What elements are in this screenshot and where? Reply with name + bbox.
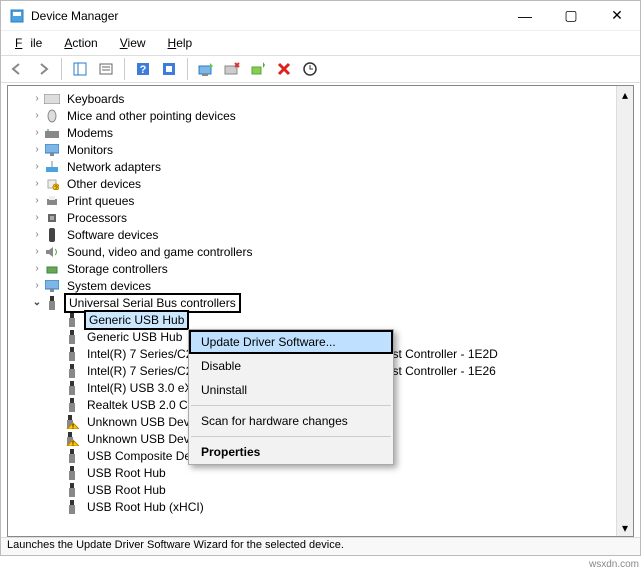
usb-device-icon — [64, 397, 80, 413]
category-other[interactable]: ?Other devices — [10, 175, 631, 192]
device-manager-window: Device Manager — ▢ ✕ File Action View He… — [0, 0, 641, 556]
category-processors[interactable]: Processors — [10, 209, 631, 226]
category-keyboards[interactable]: Keyboards — [10, 90, 631, 107]
ctx-properties[interactable]: Properties — [189, 440, 393, 464]
device-generic-usb-hub-1[interactable]: Generic USB Hub — [10, 311, 631, 328]
device-usb-root-hub-1[interactable]: USB Root Hub — [10, 464, 631, 481]
device-tree-pane: ▴ ▾ Keyboards Mice and other pointing de… — [7, 85, 634, 537]
usb-device-icon — [64, 499, 80, 515]
update-driver-button[interactable] — [194, 58, 218, 80]
usb-device-icon — [64, 380, 80, 396]
usb-device-icon — [64, 465, 80, 481]
printer-icon — [44, 193, 60, 209]
mouse-icon — [44, 108, 60, 124]
ctx-separator — [191, 436, 391, 437]
svg-text:?: ? — [140, 64, 147, 76]
usb-device-icon — [64, 363, 80, 379]
usb-icon — [44, 295, 60, 311]
usb-warning-icon: ! — [64, 414, 80, 430]
modem-icon — [44, 125, 60, 141]
keyboard-icon — [44, 91, 60, 107]
app-icon — [9, 8, 25, 24]
storage-icon — [44, 261, 60, 277]
usb-device-icon — [64, 329, 80, 345]
ctx-disable[interactable]: Disable — [189, 354, 393, 378]
forward-button[interactable] — [31, 58, 55, 80]
maximize-button[interactable]: ▢ — [548, 1, 594, 31]
menu-action[interactable]: Action — [60, 34, 101, 52]
network-icon — [44, 159, 60, 175]
sound-icon — [44, 244, 60, 260]
software-icon — [44, 227, 60, 243]
show-hide-tree-button[interactable] — [68, 58, 92, 80]
category-monitors[interactable]: Monitors — [10, 141, 631, 158]
scan-hardware-button[interactable] — [298, 58, 322, 80]
menubar: File Action View Help — [1, 31, 640, 55]
other-icon: ? — [44, 176, 60, 192]
device-usb-root-hub-xhci[interactable]: USB Root Hub (xHCI) — [10, 498, 631, 515]
usb-device-icon — [64, 312, 80, 328]
category-software[interactable]: Software devices — [10, 226, 631, 243]
menu-help[interactable]: Help — [164, 34, 197, 52]
svg-text:!: ! — [72, 424, 74, 429]
category-system[interactable]: System devices — [10, 277, 631, 294]
menu-file[interactable]: File — [11, 34, 46, 52]
svg-text:!: ! — [72, 441, 74, 446]
minimize-button[interactable]: — — [502, 1, 548, 31]
category-print[interactable]: Print queues — [10, 192, 631, 209]
context-menu: Update Driver Software... Disable Uninst… — [188, 329, 394, 465]
ctx-scan[interactable]: Scan for hardware changes — [189, 409, 393, 433]
delete-icon[interactable] — [272, 58, 296, 80]
close-button[interactable]: ✕ — [594, 1, 640, 31]
uninstall-button[interactable] — [246, 58, 270, 80]
ctx-uninstall[interactable]: Uninstall — [189, 378, 393, 402]
back-button[interactable] — [5, 58, 29, 80]
category-modems[interactable]: Modems — [10, 124, 631, 141]
status-bar: Launches the Update Driver Software Wiza… — [1, 537, 640, 555]
usb-device-icon — [64, 346, 80, 362]
ctx-separator — [191, 405, 391, 406]
window-title: Device Manager — [31, 9, 502, 23]
category-usb[interactable]: Universal Serial Bus controllers — [10, 294, 631, 311]
disable-button[interactable] — [220, 58, 244, 80]
titlebar: Device Manager — ▢ ✕ — [1, 1, 640, 31]
cpu-icon — [44, 210, 60, 226]
usb-device-icon — [64, 448, 80, 464]
category-network[interactable]: Network adapters — [10, 158, 631, 175]
usb-device-icon — [64, 482, 80, 498]
menu-view[interactable]: View — [116, 34, 150, 52]
category-sound[interactable]: Sound, video and game controllers — [10, 243, 631, 260]
scroll-down-icon[interactable]: ▾ — [617, 519, 633, 536]
system-icon — [44, 278, 60, 294]
options-button[interactable] — [157, 58, 181, 80]
toolbar: ? — [1, 55, 640, 83]
device-usb-root-hub-2[interactable]: USB Root Hub — [10, 481, 631, 498]
watermark: wsxdn.com — [589, 559, 639, 570]
usb-warning-icon: ! — [64, 431, 80, 447]
ctx-update-driver[interactable]: Update Driver Software... — [189, 330, 393, 354]
category-storage[interactable]: Storage controllers — [10, 260, 631, 277]
monitor-icon — [44, 142, 60, 158]
help-toolbar-button[interactable]: ? — [131, 58, 155, 80]
properties-button[interactable] — [94, 58, 118, 80]
category-mice[interactable]: Mice and other pointing devices — [10, 107, 631, 124]
